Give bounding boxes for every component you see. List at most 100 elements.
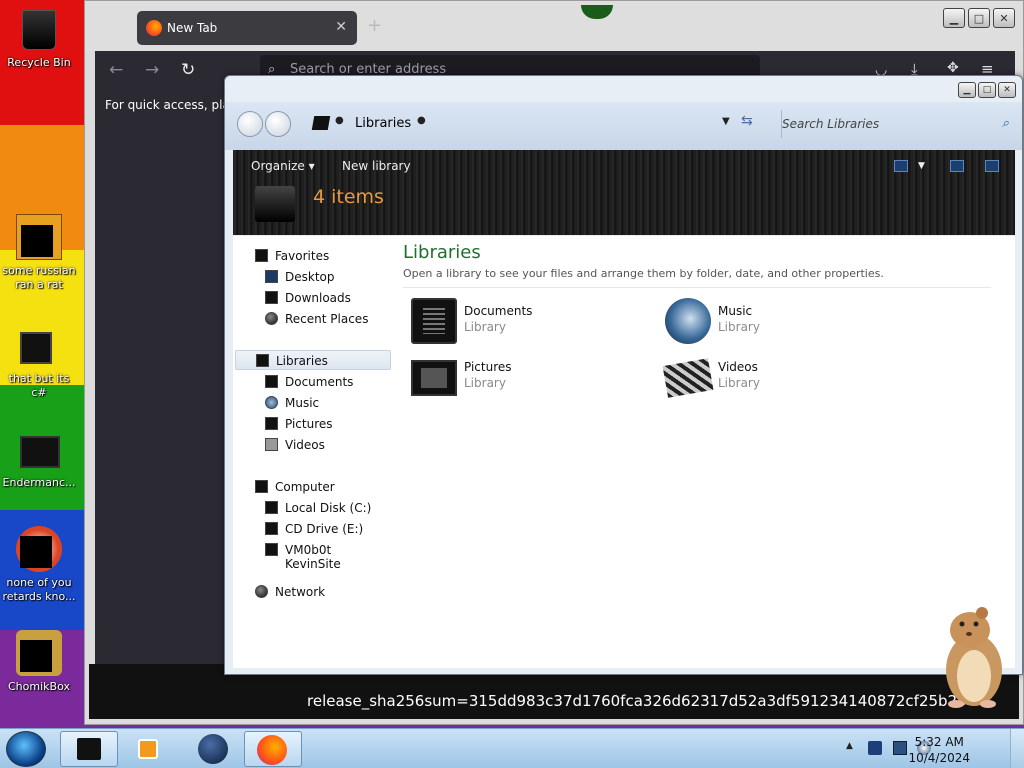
divider	[403, 287, 991, 288]
pictures-library-icon	[411, 360, 457, 396]
chevron-down-icon[interactable]: ▼	[722, 116, 730, 127]
nav-desktop[interactable]: Desktop	[233, 267, 389, 287]
new-library-button[interactable]: New library	[342, 159, 411, 173]
nav-cd-drive[interactable]: CD Drive (E:)	[233, 519, 389, 539]
library-item-videos[interactable]: Videos Library	[662, 354, 895, 404]
recycle-bin-icon	[22, 10, 56, 50]
nav-recent-places[interactable]: Recent Places	[233, 309, 389, 329]
desktop-icon-label: Recycle Bin	[7, 56, 71, 69]
forward-arrow-icon[interactable]: →	[145, 60, 159, 80]
taskbar-firefox[interactable]	[244, 731, 302, 767]
maximize-button[interactable]: □	[968, 8, 990, 28]
taskbar: ▲ 5:32 AM 10/4/2024	[0, 728, 1024, 768]
taskbar-explorer[interactable]	[60, 731, 118, 767]
nav-label: Recent Places	[285, 312, 369, 326]
desktop-icon-csharp[interactable]: that but its c#	[0, 322, 78, 400]
content-pane: Libraries Open a library to see your fil…	[393, 236, 1015, 668]
documents-icon	[265, 375, 278, 388]
breadcrumb-separator[interactable]: ●	[335, 115, 344, 126]
clock[interactable]: 5:32 AM 10/4/2024	[908, 734, 970, 766]
organize-button[interactable]: Organize ▾	[251, 159, 315, 173]
explorer-icon	[77, 738, 101, 760]
show-desktop-button[interactable]	[1010, 729, 1024, 768]
nav-local-disk[interactable]: Local Disk (C:)	[233, 498, 389, 518]
clock-time: 5:32 AM	[914, 735, 964, 749]
library-item-music[interactable]: Music Library	[665, 298, 895, 348]
close-button[interactable]: ✕	[993, 8, 1015, 28]
action-center-icon[interactable]	[868, 741, 882, 755]
page-title: Libraries	[403, 242, 481, 263]
breadcrumb-separator[interactable]: ●	[417, 115, 426, 126]
library-type: Library	[464, 320, 506, 334]
desktop-icon-chomikbox[interactable]: ChomikBox	[0, 630, 78, 694]
forward-button[interactable]	[265, 111, 291, 137]
library-name: Documents	[464, 304, 533, 318]
taskbar-app[interactable]	[184, 731, 242, 767]
nav-downloads[interactable]: Downloads	[233, 288, 389, 308]
libraries-icon	[256, 354, 269, 367]
extensions-icon[interactable]: ✥	[947, 60, 959, 76]
desktop-icon-enderman[interactable]: Endermanc...	[0, 426, 78, 490]
nav-label: Libraries	[276, 354, 328, 368]
minimize-button[interactable]: ▁	[943, 8, 965, 28]
explorer-window: ▁ □ ✕ ● Libraries ● ▼ ⇆ Search Libraries…	[224, 75, 1023, 675]
tab-title: New Tab	[167, 21, 218, 35]
network-icon[interactable]	[893, 741, 907, 755]
refresh-icon[interactable]: ⇆	[741, 113, 753, 129]
maximize-button[interactable]: □	[978, 82, 996, 98]
desktop-icon-rat[interactable]: some russian ran a rat	[0, 214, 78, 292]
nav-libraries[interactable]: Libraries	[235, 350, 391, 370]
library-item-documents[interactable]: Documents Library	[411, 298, 641, 348]
new-tab-button[interactable]: +	[367, 15, 382, 36]
pictures-icon	[265, 417, 278, 430]
nav-label: Computer	[275, 480, 335, 494]
command-bar: Organize ▾ New library ▼ 4 items	[233, 150, 1015, 235]
nav-label: Downloads	[285, 291, 351, 305]
clock-date: 10/4/2024	[908, 751, 970, 765]
desktop-icon-label: none of you retards kno...	[2, 576, 76, 603]
taskbar-media-player[interactable]	[118, 731, 176, 767]
chevron-down-icon[interactable]: ▼	[918, 161, 925, 171]
videos-icon	[265, 438, 278, 451]
close-tab-icon[interactable]: ✕	[335, 19, 347, 35]
network-drive-icon	[265, 543, 278, 556]
app-icon	[16, 526, 62, 572]
nav-music[interactable]: Music	[233, 393, 389, 413]
nav-label: Documents	[285, 375, 354, 389]
breadcrumb[interactable]: Libraries	[355, 116, 411, 131]
nav-pictures[interactable]: Pictures	[233, 414, 389, 434]
app-icon	[16, 426, 62, 472]
nav-label: CD Drive (E:)	[285, 522, 364, 536]
firefox-tab-bar: New Tab ✕ + ▁ □ ✕	[85, 1, 1023, 51]
nav-network[interactable]: Network	[233, 582, 389, 602]
desktop-icon	[265, 270, 278, 283]
nav-computer[interactable]: Computer	[233, 477, 389, 497]
reload-icon[interactable]: ↻	[181, 60, 195, 80]
nav-network-drive[interactable]: VM0b0t KevinSite	[233, 540, 389, 571]
library-item-pictures[interactable]: Pictures Library	[411, 354, 641, 404]
nav-label: VM0b0t KevinSite	[285, 543, 341, 571]
nav-documents[interactable]: Documents	[233, 372, 389, 392]
search-input[interactable]: Search Libraries ⌕	[781, 110, 1013, 138]
nav-favorites[interactable]: Favorites	[233, 246, 389, 266]
back-button[interactable]	[237, 111, 263, 137]
minimize-button[interactable]: ▁	[958, 82, 976, 98]
desktop-icon-label: ChomikBox	[8, 680, 70, 693]
help-icon[interactable]	[985, 160, 999, 172]
back-arrow-icon[interactable]: ←	[109, 60, 123, 80]
tray-expand-icon[interactable]: ▲	[846, 741, 853, 751]
tab-new-tab[interactable]: New Tab ✕	[137, 11, 357, 45]
window-controls: ▁ □ ✕	[943, 8, 1015, 28]
library-type: Library	[464, 376, 506, 390]
desktop-icon-recycle-bin[interactable]: Recycle Bin	[0, 4, 78, 70]
libraries-large-icon	[255, 186, 295, 222]
nav-videos[interactable]: Videos	[233, 435, 389, 455]
desktop-icon-none[interactable]: none of you retards kno...	[0, 526, 78, 604]
app-icon	[16, 322, 62, 368]
view-options-icon[interactable]	[894, 160, 908, 172]
libraries-icon	[311, 116, 331, 130]
library-name: Pictures	[464, 360, 512, 374]
start-button[interactable]	[6, 731, 46, 767]
preview-pane-icon[interactable]	[950, 160, 964, 172]
close-button[interactable]: ✕	[998, 82, 1016, 98]
